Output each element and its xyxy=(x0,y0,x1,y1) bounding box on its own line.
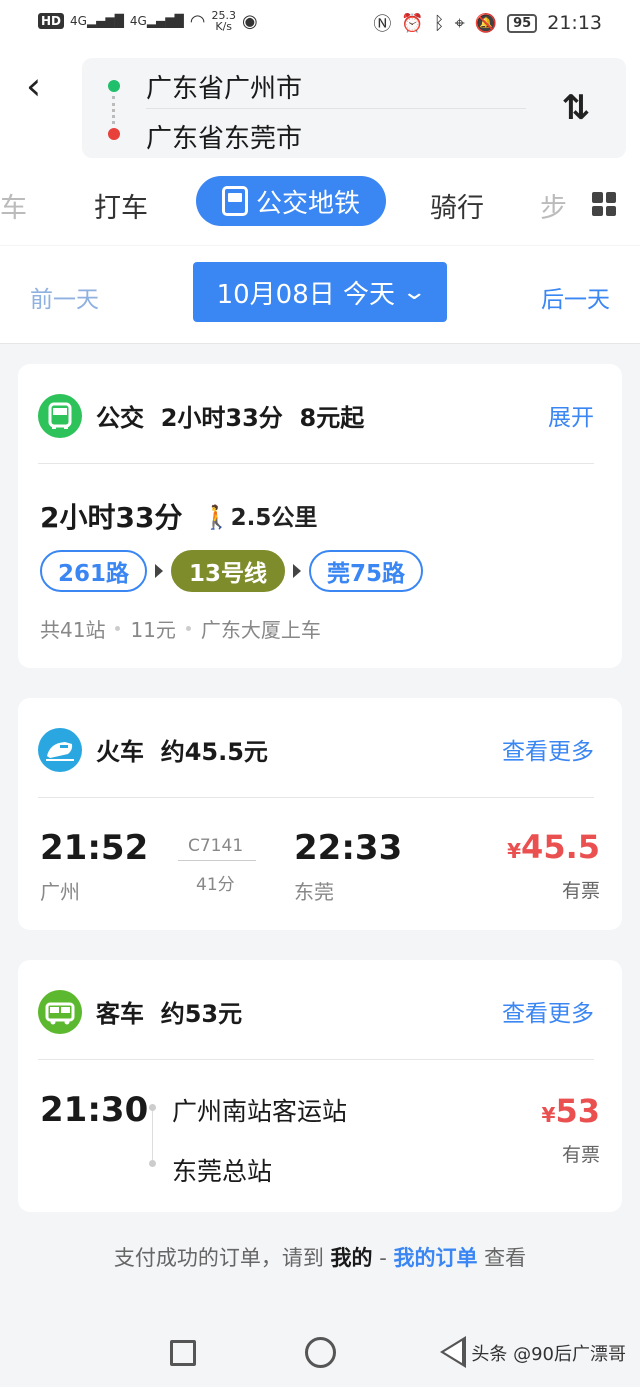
chevron-down-icon: ⌄ xyxy=(401,279,428,305)
net-speed: 25.3 K/s xyxy=(211,9,236,33)
coach-card[interactable]: 客车 约53元 查看更多 21:30 广州南站客运站 东莞总站 ¥53 有票 xyxy=(18,960,622,1212)
back-triangle-icon[interactable] xyxy=(440,1336,466,1368)
home-icon[interactable] xyxy=(305,1337,336,1368)
tab-walk-partial[interactable]: 步 xyxy=(540,186,567,225)
origin-field[interactable]: 广东省广州市 xyxy=(146,68,302,105)
boarding-stop: 广东大厦上车 xyxy=(200,618,321,642)
system-nav-bar: 头条 @90后广漂哥 xyxy=(0,1316,640,1387)
mode-tabs: 车 打车 公交地铁 骑行 步 xyxy=(0,176,640,234)
prev-day-button[interactable]: 前一天 xyxy=(30,280,99,314)
route-dots xyxy=(112,96,116,124)
coach-card-header: 客车 约53元 查看更多 xyxy=(18,960,622,1060)
train-arrive-city: 东莞 xyxy=(294,880,334,904)
train-card[interactable]: 火车 约45.5元 查看更多 21:52 广州 C7141 41分 22:33 … xyxy=(18,698,622,930)
train-number: C7141 xyxy=(188,836,244,856)
coach-origin-dot xyxy=(149,1104,156,1111)
nfc-icon: Ⓝ xyxy=(373,14,392,35)
watermark: 头条 @90后广漂哥 xyxy=(471,1344,626,1365)
bus-card-header: 公交 2小时33分 8元起 展开 xyxy=(18,364,622,464)
coach-destination-dot xyxy=(149,1160,156,1167)
bus-icon xyxy=(38,394,82,438)
eye-icon: ◉ xyxy=(241,10,258,32)
origin-dot xyxy=(108,80,120,92)
route-divider xyxy=(146,108,526,109)
route-box: 广东省广州市 广东省东莞市 ⇅ xyxy=(82,58,626,158)
destination-dot xyxy=(108,128,120,140)
status-bar: HD 4G▂▄▆█ 4G▂▄▆█ ◠ 25.3 K/s ◉ Ⓝ ⏰ ᛒ ⌖ 🔕 9… xyxy=(0,0,640,44)
mute-icon: 🔕 xyxy=(474,12,498,34)
bus-card-title: 公交 2小时33分 8元起 xyxy=(96,404,365,432)
metro-line-pill: 13号线 xyxy=(171,550,286,592)
meta-dot xyxy=(185,626,191,631)
hd-badge: HD xyxy=(38,13,65,29)
mine-link[interactable]: 我的 xyxy=(331,1246,373,1270)
signal-icon-2: 4G▂▄▆█ xyxy=(129,14,184,28)
signal-icon: 4G▂▄▆█ xyxy=(70,14,124,28)
line-pill: 261路 xyxy=(40,550,148,592)
bluetooth-icon: ᛒ xyxy=(433,12,445,34)
expand-button[interactable]: 展开 xyxy=(548,398,594,432)
tab-transit-label: 公交地铁 xyxy=(255,188,360,219)
coach-route-line xyxy=(152,1106,153,1166)
card-divider xyxy=(38,797,594,798)
recent-apps-icon[interactable] xyxy=(170,1340,196,1366)
train-card-header: 火车 约45.5元 查看更多 xyxy=(18,698,622,798)
tab-transit[interactable]: 公交地铁 xyxy=(196,176,386,226)
arrow-right-icon xyxy=(293,564,302,578)
coach-ticket-status: 有票 xyxy=(561,1144,600,1166)
train-ticket-status: 有票 xyxy=(561,880,600,902)
coach-card-title: 客车 约53元 xyxy=(96,1000,243,1028)
date-picker-button[interactable]: 10月08日 今天 ⌄ xyxy=(193,262,447,322)
train-depart-city: 广州 xyxy=(40,880,80,904)
arrow-right-icon xyxy=(155,564,164,578)
train-arrive-time: 22:33 xyxy=(294,828,403,868)
swap-arrows-icon[interactable]: ⇅ xyxy=(562,88,591,128)
wifi-icon: ◠ xyxy=(189,10,206,32)
status-left: HD 4G▂▄▆█ 4G▂▄▆█ ◠ 25.3 K/s ◉ xyxy=(38,10,258,32)
train-more-button[interactable]: 查看更多 xyxy=(502,732,594,766)
train-depart-time: 21:52 xyxy=(40,828,149,868)
status-time: 21:13 xyxy=(547,12,602,34)
bus-meta: 共41站 11元 广东大厦上车 xyxy=(40,614,321,643)
bus-icon xyxy=(221,186,248,216)
status-right: Ⓝ ⏰ ᛒ ⌖ 🔕 95 21:13 xyxy=(373,10,602,36)
bus-card[interactable]: 公交 2小时33分 8元起 展开 2小时33分 🚶2.5公里 261路 13号线… xyxy=(18,364,622,668)
stop-count: 共41站 xyxy=(40,618,106,642)
coach-depart-time: 21:30 xyxy=(40,1090,149,1130)
coach-price: ¥53 xyxy=(541,1092,600,1130)
alarm-icon: ⏰ xyxy=(401,12,424,34)
bus-duration: 2小时33分 xyxy=(40,501,183,534)
date-row: 前一天 10月08日 今天 ⌄ 后一天 xyxy=(0,246,640,344)
walk-distance: 🚶2.5公里 xyxy=(202,505,318,531)
battery-icon: 95 xyxy=(507,13,538,33)
train-duration: 41分 xyxy=(196,875,235,895)
fare: 11元 xyxy=(130,618,176,642)
train-arrow-line xyxy=(178,860,256,861)
tab-taxi[interactable]: 打车 xyxy=(94,186,148,225)
train-price: ¥45.5 xyxy=(507,828,600,866)
destination-field[interactable]: 广东省东莞市 xyxy=(146,118,302,155)
card-divider xyxy=(38,1059,594,1060)
card-divider xyxy=(38,463,594,464)
tab-bike[interactable]: 骑行 xyxy=(430,186,484,225)
line-pill: 莞75路 xyxy=(309,550,424,592)
train-icon xyxy=(38,728,82,772)
date-label: 10月08日 今天 xyxy=(216,279,395,310)
my-orders-link[interactable]: 我的订单 xyxy=(393,1246,477,1270)
tab-drive-partial[interactable]: 车 xyxy=(0,186,27,225)
orders-note: 支付成功的订单，请到 我的 - 我的订单 查看 xyxy=(113,1246,527,1270)
walking-person-icon: 🚶 xyxy=(202,505,231,531)
coach-bus-icon xyxy=(38,990,82,1034)
coach-more-button[interactable]: 查看更多 xyxy=(502,994,594,1028)
line-sequence: 261路 13号线 莞75路 xyxy=(40,550,424,592)
next-day-button[interactable]: 后一天 xyxy=(541,280,610,314)
coach-destination-station: 东莞总站 xyxy=(172,1157,273,1186)
location-icon: ⌖ xyxy=(454,12,465,34)
coach-origin-station: 广州南站客运站 xyxy=(172,1097,348,1126)
meta-dot xyxy=(115,626,121,631)
train-card-title: 火车 约45.5元 xyxy=(96,738,268,766)
grid-menu-icon[interactable] xyxy=(592,192,616,216)
back-chevron-icon[interactable]: ‹ xyxy=(26,66,54,106)
